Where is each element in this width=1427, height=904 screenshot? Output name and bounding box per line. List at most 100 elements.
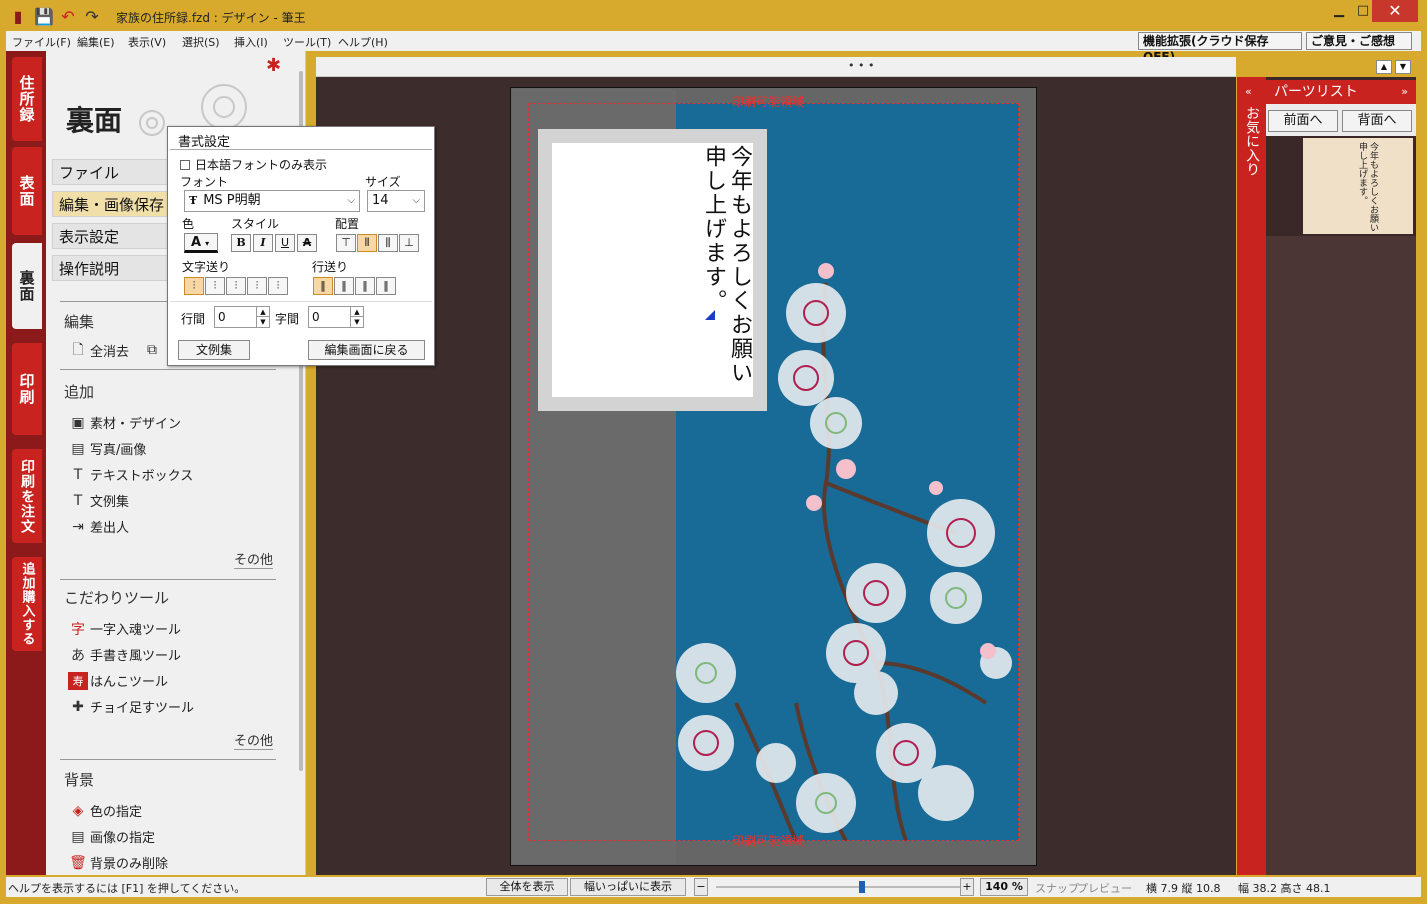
- gear-icon[interactable]: ✱: [266, 55, 281, 76]
- stepper-down-icon[interactable]: ▼: [350, 317, 363, 327]
- align-top-icon[interactable]: ⊤: [336, 234, 356, 252]
- add-sender-button[interactable]: ⇥ 差出人: [68, 517, 129, 537]
- favorites-tab[interactable]: «: [1237, 77, 1266, 875]
- underline-button[interactable]: U: [275, 234, 295, 252]
- zoom-slider-thumb[interactable]: [858, 881, 865, 893]
- char-gap-stepper[interactable]: 0 ▲ ▼: [308, 306, 364, 328]
- align-justify-icon[interactable]: ⫴: [357, 234, 377, 252]
- align-center-icon[interactable]: ⫼: [378, 234, 398, 252]
- line-feed-3-icon[interactable]: ‖: [355, 277, 375, 295]
- strikethrough-button[interactable]: A: [297, 234, 317, 252]
- bg-color-button[interactable]: ◈ 色の指定: [68, 801, 142, 821]
- bold-button[interactable]: B: [231, 234, 251, 252]
- mode-tab-strip: 住所録 表面 裏面 印刷 印刷を注文 追加購入する: [6, 51, 46, 875]
- single-char-tool-button[interactable]: 字一字入魂ツール: [68, 619, 181, 639]
- preview-toggle[interactable]: プレビュー: [1077, 880, 1132, 896]
- add-template-button[interactable]: T 文例集: [68, 491, 129, 511]
- align-bottom-icon[interactable]: ⊥: [399, 234, 419, 252]
- stepper-up-icon[interactable]: ▲: [350, 307, 363, 317]
- copy-icon[interactable]: ⧉: [142, 341, 164, 359]
- instructions-button[interactable]: 操作説明: [52, 255, 170, 281]
- style-buttons: B I U A: [231, 234, 321, 254]
- stamp-tool-button[interactable]: 寿はんこツール: [68, 671, 168, 690]
- fit-width-button[interactable]: 幅いっぱいに表示: [570, 878, 686, 896]
- menu-select[interactable]: 選択(S): [182, 34, 220, 50]
- tab-back[interactable]: 裏面: [12, 243, 42, 329]
- bg-delete-button[interactable]: 🗑 背景のみ削除: [68, 853, 168, 873]
- edit-save-image-button[interactable]: 編集・画像保存: [52, 191, 170, 217]
- style-label: スタイル: [231, 217, 280, 231]
- back-to-edit-button[interactable]: 編集画面に戻る: [308, 340, 425, 360]
- char-feed-5-icon[interactable]: ⫶: [268, 277, 288, 295]
- snap-toggle[interactable]: スナップ: [1035, 880, 1079, 896]
- scroll-up-icon[interactable]: ▲: [1376, 60, 1392, 74]
- save-icon[interactable]: 💾: [34, 6, 54, 26]
- size-label: サイズ: [365, 175, 401, 189]
- scroll-down-icon[interactable]: ▼: [1395, 60, 1411, 74]
- menu-insert[interactable]: 挿入(I): [234, 34, 268, 50]
- add-textbox-button[interactable]: T テキストボックス: [68, 465, 194, 485]
- tools-more-link[interactable]: その他: [234, 730, 274, 750]
- chevron-right-icon[interactable]: »: [1401, 80, 1408, 104]
- clear-all-button[interactable]: 🗋 全消去: [68, 341, 129, 361]
- add-more-link[interactable]: その他: [234, 549, 274, 569]
- menu-view[interactable]: 表示(V): [128, 34, 166, 50]
- zoom-slider[interactable]: [716, 881, 960, 893]
- display-settings-button[interactable]: 表示設定: [52, 223, 170, 249]
- line-feed-1-icon[interactable]: ‖: [313, 277, 333, 295]
- choi-tasu-tool-button[interactable]: ✚ チョイ足すツール: [68, 697, 194, 717]
- italic-button[interactable]: I: [253, 234, 273, 252]
- section-divider: [60, 579, 276, 580]
- char-feed-4-icon[interactable]: ⫶: [247, 277, 267, 295]
- resize-handle-icon[interactable]: [705, 310, 715, 320]
- send-back-button[interactable]: 背面へ: [1342, 110, 1412, 132]
- zoom-out-button[interactable]: −: [694, 878, 708, 896]
- templates-button[interactable]: 文例集: [178, 340, 250, 360]
- fit-all-button[interactable]: 全体を表示: [486, 878, 568, 896]
- line-feed-4-icon[interactable]: ‖: [376, 277, 396, 295]
- char-feed-3-icon[interactable]: ⫶: [226, 277, 246, 295]
- font-label: フォント: [180, 175, 229, 189]
- font-select[interactable]: Ŧ MS P明朝 ⌵: [184, 190, 360, 212]
- zoom-in-button[interactable]: +: [960, 878, 974, 896]
- tab-print-order[interactable]: 印刷を注文: [12, 449, 42, 543]
- trash-icon: 🗑: [69, 854, 87, 871]
- textbox-icon: T: [73, 466, 83, 483]
- undo-icon[interactable]: ↶: [58, 6, 78, 26]
- menu-edit[interactable]: 編集(E): [77, 34, 115, 50]
- handwriting-tool-button[interactable]: あ手書き風ツール: [68, 645, 181, 665]
- stepper-up-icon[interactable]: ▲: [256, 307, 269, 317]
- zoom-level[interactable]: 140 %: [980, 878, 1028, 896]
- splitter-handle[interactable]: • • •: [848, 59, 874, 72]
- char-feed-2-icon[interactable]: ⫶: [205, 277, 225, 295]
- parts-list-toolbar: 前面へ 背面へ: [1266, 104, 1416, 136]
- redo-icon[interactable]: ↷: [82, 6, 102, 26]
- char-feed-1-icon[interactable]: ⫶: [184, 277, 204, 295]
- print-area-label-top: 印刷可能領域: [732, 95, 805, 109]
- tab-front[interactable]: 表面: [12, 147, 42, 235]
- chevron-left-icon[interactable]: «: [1245, 85, 1252, 98]
- favorites-label[interactable]: お気に入り: [1242, 106, 1262, 176]
- bg-image-button[interactable]: ▤ 画像の指定: [68, 827, 155, 847]
- menu-tools[interactable]: ツール(T): [283, 34, 331, 50]
- line-feed-2-icon[interactable]: ‖: [334, 277, 354, 295]
- add-photo-button[interactable]: ▤ 写真/画像: [68, 439, 146, 459]
- add-material-button[interactable]: ▣ 素材・デザイン: [68, 413, 181, 433]
- greeting-text-col1[interactable]: 今年もよろしくお願い: [726, 145, 752, 385]
- text-color-picker[interactable]: A ▾: [184, 233, 218, 253]
- line-gap-stepper[interactable]: 0 ▲ ▼: [214, 306, 270, 328]
- close-button[interactable]: ✕: [1372, 0, 1418, 22]
- jp-font-only-checkbox[interactable]: 日本語フォントのみ表示: [180, 156, 327, 173]
- feedback-button[interactable]: ご意見・ご感想: [1306, 32, 1412, 50]
- tab-print[interactable]: 印刷: [12, 343, 42, 435]
- tab-purchase[interactable]: 追加購入する: [12, 557, 42, 651]
- greeting-text-col2[interactable]: 申し上げます。: [700, 145, 726, 313]
- stepper-down-icon[interactable]: ▼: [256, 317, 269, 327]
- size-select[interactable]: 14 ⌵: [367, 190, 425, 212]
- menu-file[interactable]: ファイル(F): [12, 34, 71, 50]
- menu-help[interactable]: ヘルプ(H): [338, 34, 388, 50]
- tab-address-book[interactable]: 住所録: [12, 57, 42, 141]
- file-button[interactable]: ファイル: [52, 159, 170, 185]
- bring-front-button[interactable]: 前面へ: [1268, 110, 1338, 132]
- cloud-extension-button[interactable]: 機能拡張(クラウド保存OFF): [1138, 32, 1302, 64]
